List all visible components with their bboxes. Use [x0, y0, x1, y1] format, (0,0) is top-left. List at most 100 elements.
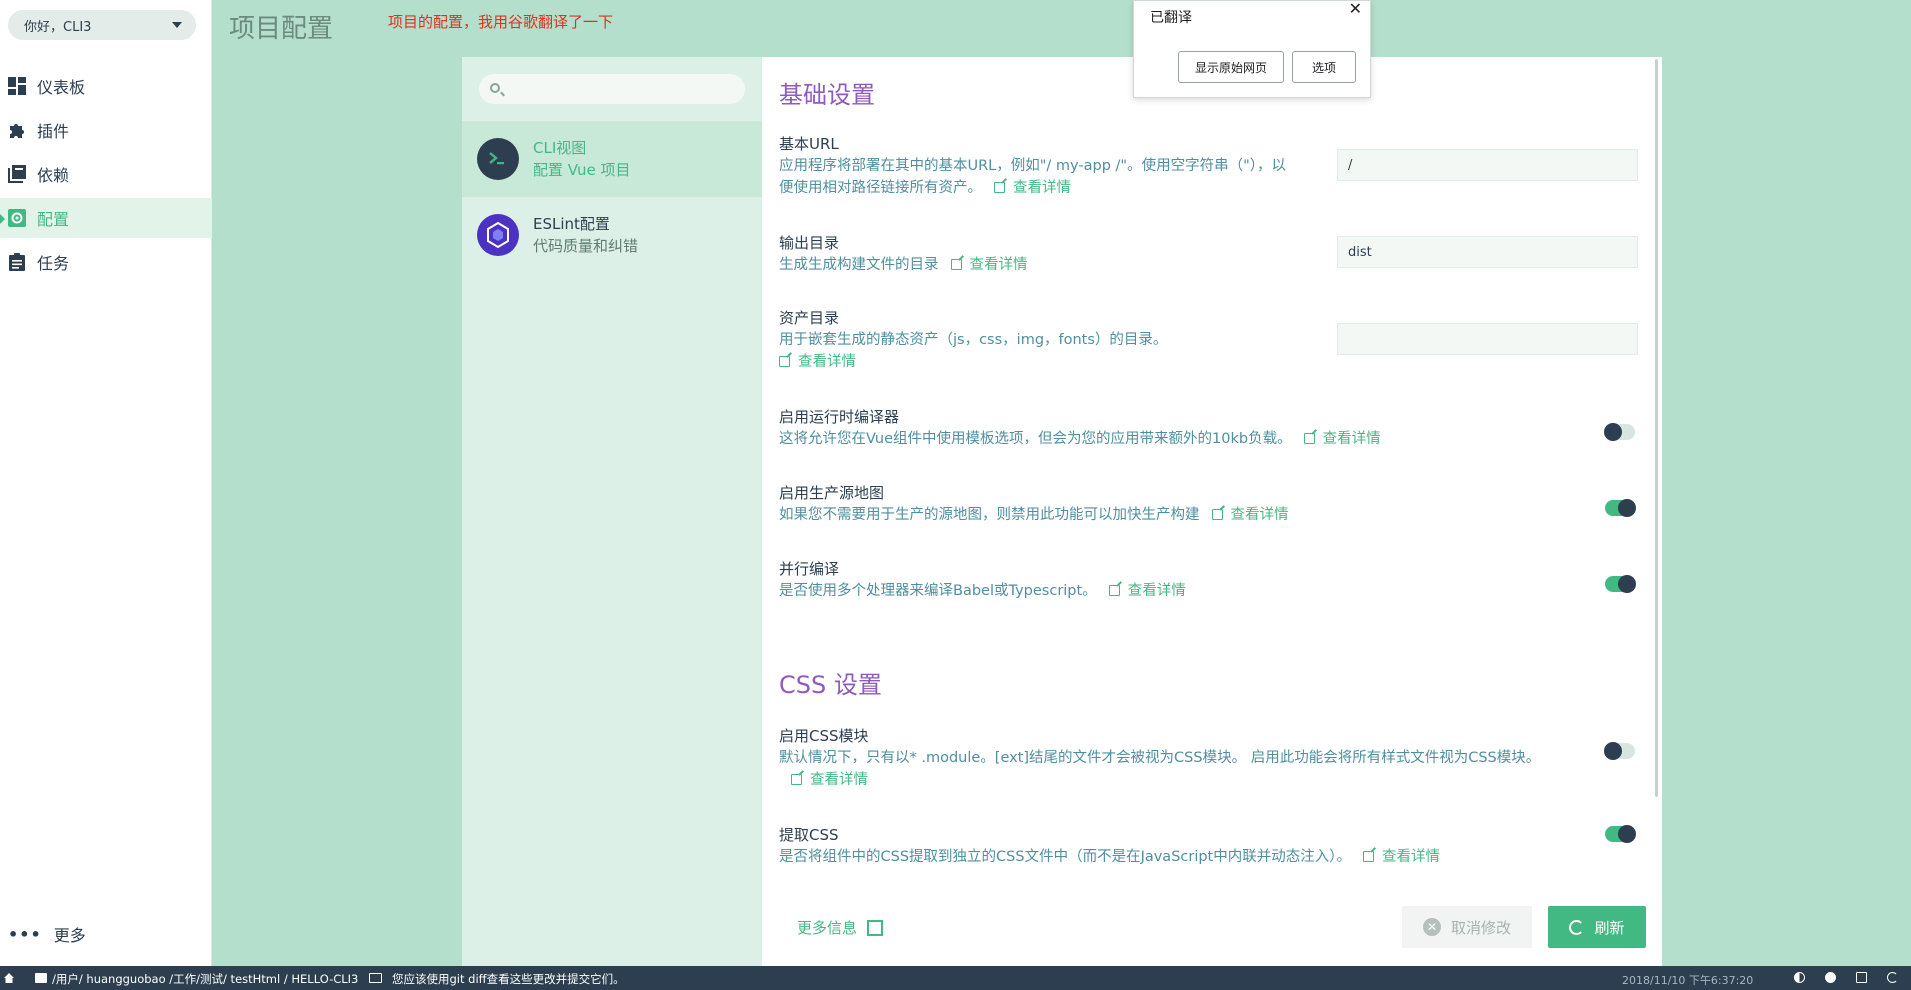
subnav-item-subtitle: 代码质量和纠错 — [533, 237, 639, 255]
setting-description: 默认情况下，只有以* .module。[ext]结尾的文件才会被视为CSS模块。… — [779, 747, 1569, 791]
nav-item-plugins[interactable]: 插件 — [0, 110, 212, 150]
more-button[interactable]: ••• 更多 — [8, 922, 86, 946]
details-link[interactable]: 查看详情 — [994, 180, 1071, 196]
settings-content: 基础设置 基本URL 应用程序将部署在其中的基本URL，例如"/ my-app … — [779, 57, 1645, 966]
project-path[interactable]: /用户/ huangguobao /工作/测试/ testHtml / HELL… — [52, 971, 358, 987]
nav-item-label: 依赖 — [37, 166, 70, 185]
setting-extract-css: 提取CSS 是否将组件中的CSS提取到独立的CSS文件中（而不是在JavaScr… — [779, 824, 1645, 868]
details-link-label: 查看详情 — [1230, 507, 1289, 523]
output-dir-input[interactable]: dist — [1337, 236, 1638, 268]
config-panel: CLI视图 配置 Vue 项目 ESLint配置 代码质量和纠错 基础设置 基本… — [462, 57, 1662, 966]
translation-annotation: 项目的配置，我用谷歌翻译了一下 — [388, 13, 614, 31]
setting-description-text: 是否将组件中的CSS提取到独立的CSS文件中（而不是在JavaScript中内联… — [779, 849, 1351, 865]
translate-options-button[interactable]: 选项 — [1292, 51, 1356, 83]
open-external-icon — [867, 919, 884, 936]
status-bar: /用户/ huangguobao /工作/测试/ testHtml / HELL… — [0, 966, 1911, 990]
nav-item-dashboard[interactable]: 仪表板 — [0, 66, 212, 106]
subnav-item-cli-view[interactable]: CLI视图 配置 Vue 项目 — [462, 121, 762, 197]
setting-description: 如果您不需要用于生产的源地图，则禁用此功能可以加快生产构建 查看详情 — [779, 504, 1579, 526]
extract-css-toggle[interactable] — [1605, 825, 1636, 843]
home-icon[interactable] — [4, 973, 14, 983]
subnav-item-eslint[interactable]: ESLint配置 代码质量和纠错 — [462, 197, 762, 273]
refresh-icon[interactable] — [1887, 972, 1898, 983]
toggle-knob — [1618, 499, 1636, 517]
details-link[interactable]: 查看详情 — [779, 354, 856, 370]
status-time: 2018/11/10 下午6:37:20 — [1622, 974, 1754, 987]
subnav-item-title: CLI视图 — [533, 139, 587, 157]
details-link-label: 查看详情 — [1322, 431, 1381, 447]
scrollbar[interactable] — [1655, 59, 1658, 797]
section-title-basic: 基础设置 — [779, 81, 875, 109]
project-selector-label: 你好，CLI3 — [24, 19, 92, 35]
subnav-item-subtitle: 配置 Vue 项目 — [533, 161, 631, 179]
bug-icon[interactable] — [1825, 972, 1836, 983]
details-link[interactable]: 查看详情 — [791, 772, 868, 788]
nav-item-label: 配置 — [37, 210, 70, 229]
more-info-label: 更多信息 — [797, 919, 858, 937]
setting-description-text: 如果您不需要用于生产的源地图，则禁用此功能可以加快生产构建 — [779, 507, 1200, 523]
terminal-icon — [477, 138, 519, 180]
show-original-button[interactable]: 显示原始网页 — [1178, 51, 1284, 83]
details-link[interactable]: 查看详情 — [1363, 849, 1440, 865]
setting-name: 启用CSS模块 — [779, 727, 869, 745]
setting-description-text: 是否使用多个处理器来编译Babel或Typescript。 — [779, 583, 1097, 599]
nav-item-configuration[interactable]: 配置 — [0, 198, 212, 238]
setting-base-url: 基本URL 应用程序将部署在其中的基本URL，例如"/ my-app /"。使用… — [779, 133, 1645, 199]
clipboard-icon — [7, 252, 27, 272]
details-link-label: 查看详情 — [798, 354, 856, 370]
search-input[interactable] — [479, 74, 745, 104]
details-link[interactable]: 查看详情 — [1108, 583, 1186, 599]
more-label: 更多 — [53, 926, 86, 945]
setting-description: 是否使用多个处理器来编译Babel或Typescript。 查看详情 — [779, 580, 1579, 602]
setting-description: 生成生成构建文件的目录 查看详情 — [779, 254, 1299, 276]
message-icon — [369, 973, 382, 983]
library-books-icon — [7, 164, 27, 184]
project-selector[interactable]: 你好，CLI3 — [8, 10, 196, 40]
assets-dir-input[interactable] — [1337, 323, 1638, 355]
css-modules-toggle[interactable] — [1604, 742, 1635, 760]
details-link[interactable]: 查看详情 — [1303, 431, 1381, 447]
open-external-icon — [1303, 433, 1315, 444]
page-title: 项目配置 — [229, 14, 334, 44]
setting-description-text: 这将允许您在Vue组件中使用模板选项，但会为您的应用带来额外的10kb负载。 — [779, 431, 1292, 447]
refresh-label: 刷新 — [1594, 918, 1625, 937]
close-icon[interactable]: ✕ — [1349, 0, 1362, 18]
nav-item-label: 任务 — [37, 254, 70, 273]
open-external-icon — [1363, 851, 1374, 862]
more-info-link[interactable]: 更多信息 — [797, 917, 884, 938]
status-message: 您应该使用git diff查看这些更改并提交它们。 — [392, 972, 625, 986]
folder-icon — [35, 973, 47, 983]
toggle-knob — [1618, 825, 1636, 843]
cancel-changes-button[interactable]: ✕ 取消修改 — [1402, 906, 1532, 948]
setting-name: 提取CSS — [779, 826, 839, 844]
toggle-knob — [1618, 575, 1636, 593]
setting-assets-dir: 资产目录 用于嵌套生成的静态资产（js，css，img，fonts）的目录。 查看… — [779, 307, 1645, 373]
translate-popup-title: 已翻译 — [1150, 10, 1192, 26]
source-map-toggle[interactable] — [1605, 499, 1636, 517]
setting-description: 用于嵌套生成的静态资产（js，css，img，fonts）的目录。 查看详情 — [779, 329, 1299, 373]
details-link[interactable]: 查看详情 — [1211, 507, 1289, 523]
details-link[interactable]: 查看详情 — [950, 257, 1028, 273]
more-dots-icon: ••• — [8, 924, 42, 944]
nav-item-tasks[interactable]: 任务 — [0, 242, 212, 282]
close-circle-icon: ✕ — [1422, 918, 1441, 936]
config-subnav: CLI视图 配置 Vue 项目 ESLint配置 代码质量和纠错 — [462, 57, 762, 966]
details-link-label: 查看详情 — [969, 257, 1028, 273]
cancel-label: 取消修改 — [1450, 918, 1511, 937]
setting-description: 是否将组件中的CSS提取到独立的CSS文件中（而不是在JavaScript中内联… — [779, 846, 1579, 868]
setting-name: 启用生产源地图 — [779, 484, 885, 502]
base-url-input[interactable]: / — [1337, 149, 1638, 181]
setting-name: 并行编译 — [779, 560, 840, 578]
refresh-button[interactable]: 刷新 — [1548, 906, 1646, 948]
details-link-label: 查看详情 — [1127, 583, 1186, 599]
open-external-icon — [1211, 509, 1223, 520]
setting-description: 这将允许您在Vue组件中使用模板选项，但会为您的应用带来额外的10kb负载。 查看… — [779, 428, 1579, 450]
parallel-toggle[interactable] — [1605, 575, 1636, 593]
nav-item-label: 插件 — [37, 122, 70, 141]
translate-icon[interactable] — [1856, 972, 1867, 983]
dark-mode-icon[interactable] — [1794, 972, 1805, 983]
section-title-css: CSS 设置 — [779, 671, 882, 699]
eslint-icon — [477, 214, 519, 256]
runtime-compiler-toggle[interactable] — [1604, 423, 1635, 441]
nav-item-dependencies[interactable]: 依赖 — [0, 154, 212, 194]
